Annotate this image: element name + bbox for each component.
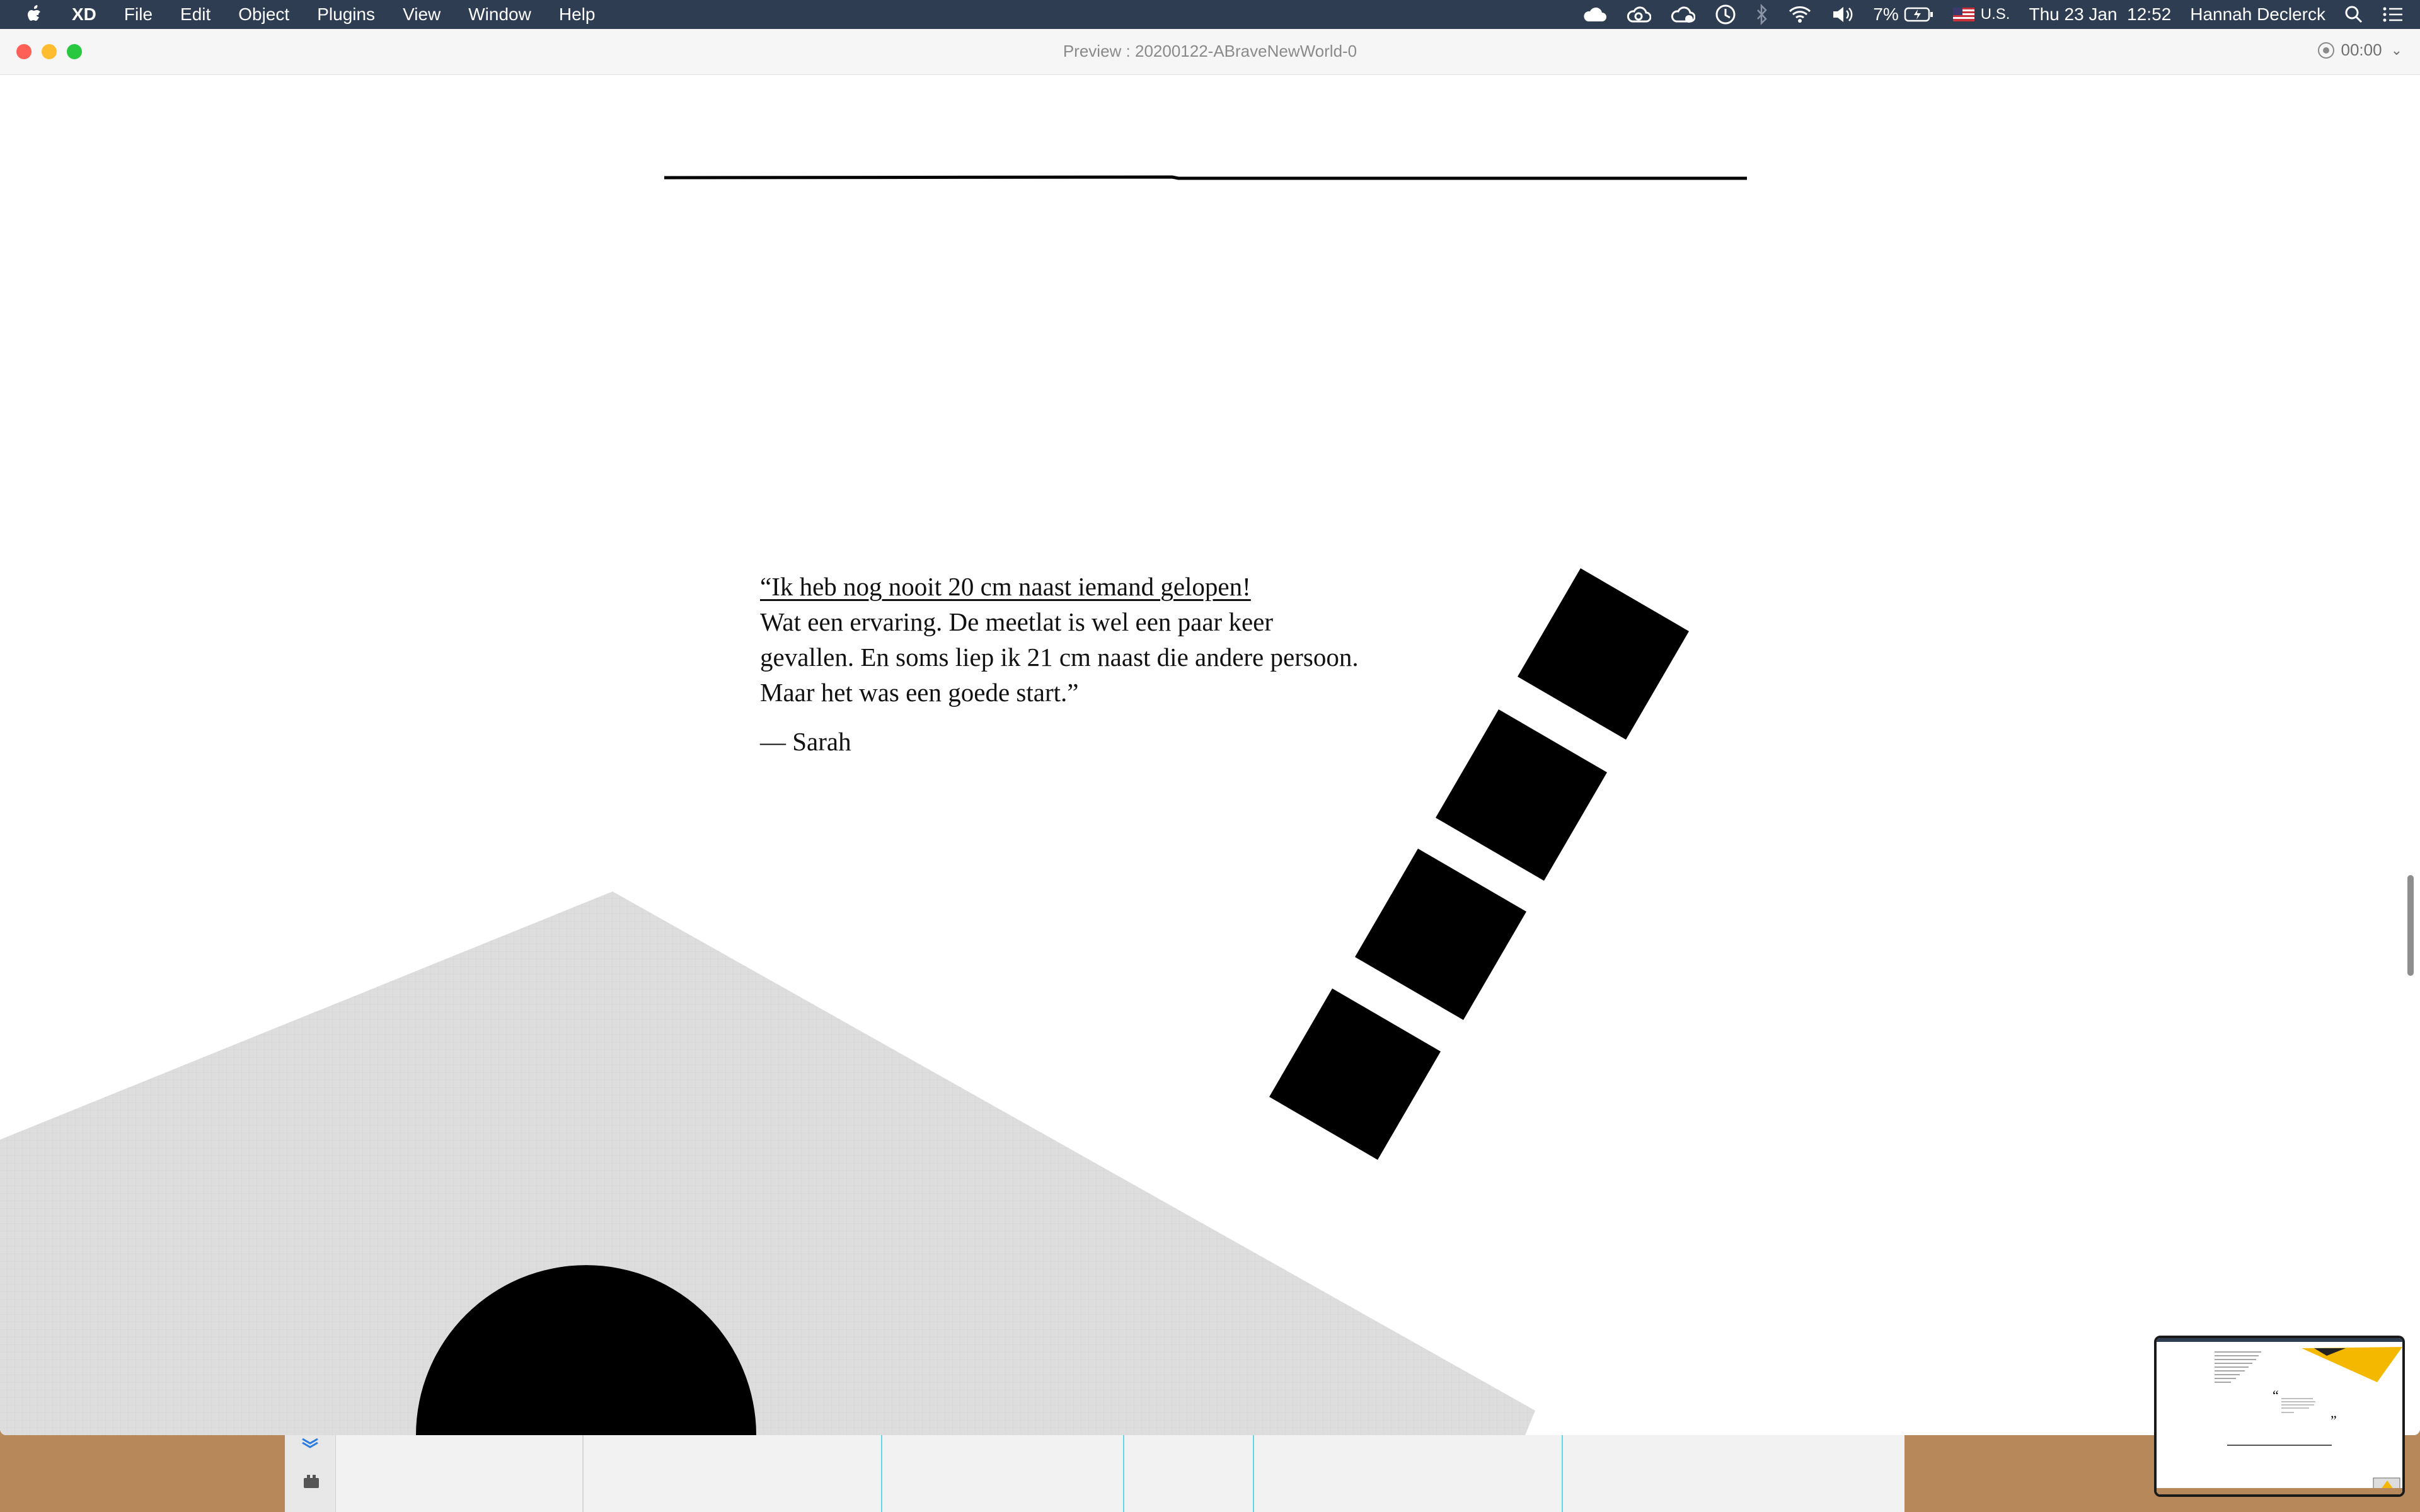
time-machine-icon[interactable] — [1714, 3, 1737, 26]
svg-text:”: ” — [2331, 1412, 2337, 1428]
record-icon[interactable] — [2318, 42, 2335, 59]
square-2 — [1436, 709, 1607, 881]
bluetooth-icon[interactable] — [1756, 4, 1768, 25]
cloud-icon[interactable] — [1670, 5, 1696, 24]
notification-center-icon[interactable] — [2382, 6, 2404, 23]
quote-author: — Sarah — [760, 727, 851, 756]
chevron-down-icon[interactable]: ⌄ — [2391, 42, 2402, 59]
menu-object[interactable]: Object — [238, 4, 289, 25]
wifi-icon[interactable] — [1787, 5, 1812, 24]
grey-triangle — [0, 891, 1535, 1435]
guide-line — [881, 1434, 882, 1512]
plugins-icon[interactable] — [302, 1474, 320, 1492]
user-name[interactable]: Hannah Declerck — [2190, 4, 2325, 25]
menu-window[interactable]: Window — [468, 4, 531, 25]
square-1 — [1518, 568, 1689, 740]
preview-window: Preview : 20200122-ABraveNewWorld-0 00:0… — [0, 29, 2420, 1435]
square-3 — [1355, 849, 1526, 1020]
record-time: 00:00 — [2341, 40, 2382, 59]
flag-icon[interactable] — [1952, 8, 1974, 21]
guide-line — [1123, 1434, 1124, 1512]
thumbnail-image: “ ” — [2157, 1338, 2402, 1494]
spotlight-icon[interactable] — [2344, 5, 2363, 24]
input-source-label[interactable]: U.S. — [1981, 6, 2010, 23]
creative-cloud-icon[interactable] — [1582, 5, 1607, 24]
quote-line-3: gevallen. En soms liep ik 21 cm naast di… — [760, 643, 1359, 672]
battery-icon[interactable] — [1904, 6, 1934, 23]
screenshot-thumbnail[interactable]: “ ” — [2154, 1336, 2405, 1497]
artboard-canvas[interactable]: “Ik heb nog nooit 20 cm naast iemand gel… — [0, 75, 2420, 1435]
menu-edit[interactable]: Edit — [180, 4, 210, 25]
underlying-app-window — [285, 1434, 1904, 1512]
guide-line — [1253, 1434, 1254, 1512]
artboard-graphics — [0, 175, 1747, 1435]
window-title: Preview : 20200122-ABraveNewWorld-0 — [1063, 42, 1357, 60]
quote-line-4: Maar het was een goede start.” — [760, 678, 1079, 707]
divider-line — [664, 175, 1747, 180]
menu-plugins[interactable]: Plugins — [317, 4, 375, 25]
datetime[interactable]: Thu 23 Jan 12:52 — [2029, 4, 2171, 25]
svg-text:“: “ — [2273, 1387, 2279, 1403]
record-control[interactable]: 00:00 ⌄ — [2318, 40, 2402, 60]
layers-icon[interactable] — [301, 1435, 319, 1453]
xd-sidebar — [285, 1434, 336, 1512]
divider — [582, 1434, 584, 1512]
testimonial-quote: “Ik heb nog nooit 20 cm naast iemand gel… — [760, 569, 1453, 710]
menu-app-name[interactable]: XD — [72, 4, 96, 25]
quote-line-1[interactable]: “Ik heb nog nooit 20 cm naast iemand gel… — [760, 569, 1453, 604]
menu-file[interactable]: File — [124, 4, 153, 25]
guide-line — [1562, 1434, 1563, 1512]
quote-line-2: Wat een ervaring. De meetlat is wel een … — [760, 607, 1273, 636]
apple-icon[interactable] — [24, 4, 45, 25]
vertical-scrollbar[interactable] — [2407, 875, 2414, 976]
title-bar: Preview : 20200122-ABraveNewWorld-0 00:0… — [0, 29, 2420, 75]
menu-help[interactable]: Help — [559, 4, 596, 25]
square-4 — [1269, 988, 1441, 1160]
battery-percent[interactable]: 7% — [1873, 4, 1898, 25]
sync-icon[interactable] — [1626, 5, 1652, 24]
menu-bar: XD File Edit Object Plugins View Window … — [0, 0, 2420, 29]
menu-view[interactable]: View — [403, 4, 441, 25]
volume-icon[interactable] — [1831, 5, 1854, 24]
